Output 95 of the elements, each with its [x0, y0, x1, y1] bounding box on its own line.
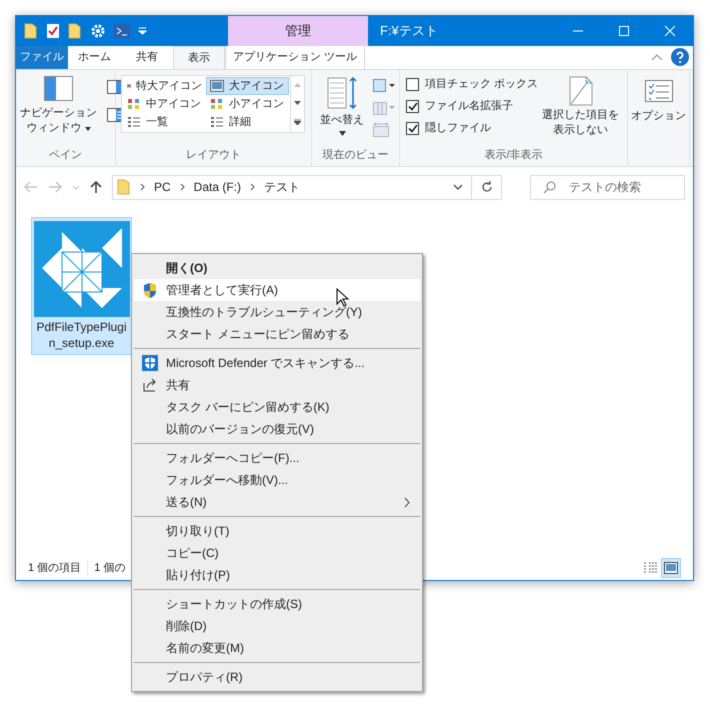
- chevron-icon: [250, 183, 256, 191]
- context-tab-header: 管理: [228, 16, 368, 46]
- view-icon: [127, 116, 141, 128]
- group-by-icon[interactable]: [372, 78, 396, 94]
- menu-item[interactable]: 貼り付け(P): [134, 564, 420, 586]
- view-icon: [210, 80, 224, 92]
- view-icon: [210, 98, 224, 110]
- menu-item[interactable]: 送る(N): [134, 491, 420, 513]
- settings-icon: [90, 23, 106, 39]
- sort-button[interactable]: 並べ替え: [320, 76, 364, 146]
- hidden-file-icon: [568, 76, 593, 106]
- layout-option[interactable]: 大アイコン: [206, 77, 289, 95]
- window-title: F:¥テスト: [380, 22, 439, 40]
- search-icon: [543, 180, 556, 194]
- view-icon: [210, 116, 224, 128]
- share-icon: [142, 377, 158, 393]
- group-label: 現在のビュー: [322, 148, 390, 162]
- menu-item[interactable]: コピー(C): [134, 542, 420, 564]
- menu-item[interactable]: 切り取り(T): [134, 520, 420, 542]
- caret-icon: [84, 126, 90, 130]
- ribbon-tab[interactable]: 共有: [121, 46, 173, 69]
- menu-item[interactable]: 削除(D): [134, 615, 420, 637]
- scroll-down-icon[interactable]: [294, 101, 301, 105]
- checkbox-label: ファイル名拡張子: [425, 99, 513, 114]
- layout-option[interactable]: 小アイコン: [206, 95, 289, 113]
- options-button[interactable]: オプション: [628, 70, 689, 124]
- shield-icon: [142, 282, 158, 298]
- checkbox[interactable]: [406, 100, 419, 113]
- checkbox-label: 隠しファイル: [425, 121, 491, 136]
- chevron-icon: [140, 183, 145, 191]
- menu-item[interactable]: 名前の変更(M): [134, 637, 420, 659]
- collapse-ribbon-icon[interactable]: [651, 53, 663, 61]
- menu-item[interactable]: 以前のバージョンの復元(V): [134, 418, 420, 440]
- menu-item[interactable]: フォルダーへコピー(F)...: [134, 447, 420, 469]
- view-icon: [127, 98, 141, 110]
- menu-item[interactable]: 互換性のトラブルシューティング(Y): [134, 301, 420, 323]
- checkbox[interactable]: [406, 78, 419, 91]
- ribbon-tab[interactable]: ホーム: [68, 46, 121, 69]
- checkbox-label: 項目チェック ボックス: [425, 77, 538, 92]
- ribbon-tab[interactable]: ファイル: [16, 46, 68, 69]
- preview-pane-icon[interactable]: [107, 80, 123, 94]
- menu-item[interactable]: Microsoft Defender でスキャンする...: [134, 352, 420, 374]
- status-text: 1 個の項目: [28, 560, 82, 576]
- menu-item[interactable]: プロパティ(R): [134, 666, 420, 688]
- installer-icon: [34, 221, 130, 317]
- hide-selected-button[interactable]: 選択した項目を 表示しない: [542, 76, 620, 146]
- menu-item[interactable]: ショートカットの作成(S): [134, 593, 420, 615]
- file-item[interactable]: PdfFileTypePlugin_setup.exe: [31, 217, 132, 355]
- details-pane-icon[interactable]: [107, 108, 123, 122]
- checkbox[interactable]: [406, 122, 419, 135]
- dropdown-icon[interactable]: [453, 184, 463, 190]
- address-bar[interactable]: PC Data (F:) テスト: [112, 174, 472, 200]
- caret-icon: [338, 130, 346, 136]
- navigation-pane-button[interactable]: ナビゲーション ウィンドウ: [20, 76, 97, 146]
- refresh-button[interactable]: [472, 174, 502, 200]
- navigation-pane-icon: [44, 76, 74, 102]
- breadcrumb[interactable]: Data (F:): [194, 178, 242, 196]
- refresh-icon: [480, 181, 492, 193]
- details-view-icon: [643, 562, 659, 574]
- menu-item[interactable]: 開く(O): [134, 257, 420, 279]
- layout-option[interactable]: 詳細: [206, 113, 289, 131]
- up-icon[interactable]: [90, 180, 102, 194]
- new-folder-icon: [68, 23, 82, 39]
- menu-item[interactable]: タスク バーにピン留めする(K): [134, 396, 420, 418]
- menu-item[interactable]: 共有: [134, 374, 420, 396]
- ribbon-tab[interactable]: 表示: [173, 46, 225, 69]
- layout-option[interactable]: 特大アイコン: [123, 77, 206, 95]
- menu-item[interactable]: 管理者として実行(A): [134, 279, 420, 301]
- group-label: 表示/非表示: [483, 148, 544, 162]
- defender-shield-icon: [142, 355, 158, 371]
- folder-icon: [117, 179, 131, 195]
- sort-icon: [326, 76, 358, 110]
- mouse-cursor-icon: [336, 288, 349, 307]
- status-text: 1 個の: [94, 560, 126, 576]
- menu-item[interactable]: スタート メニューにピン留めする: [134, 323, 420, 345]
- help-icon[interactable]: [671, 48, 689, 66]
- group-label: レイアウト: [185, 148, 242, 162]
- breadcrumb[interactable]: テスト: [264, 178, 300, 196]
- terminal-icon: [114, 24, 130, 38]
- menu-item[interactable]: フォルダーへ移動(V)...: [134, 469, 420, 491]
- large-icons-view-button[interactable]: [661, 558, 681, 578]
- search-field[interactable]: テストの検索: [530, 174, 685, 200]
- properties-icon: [46, 23, 60, 39]
- layout-option[interactable]: 中アイコン: [123, 95, 206, 113]
- folder-icon: [24, 23, 38, 39]
- checklist-icon: [644, 80, 672, 102]
- layout-option[interactable]: 一覧: [123, 113, 206, 131]
- large-icons-view-icon: [664, 562, 678, 574]
- breadcrumb[interactable]: PC: [154, 178, 171, 196]
- file-name: PdfFileTypePlugin_setup.exe: [35, 319, 128, 351]
- size-columns-icon: [372, 122, 390, 138]
- add-columns-icon: [372, 100, 396, 116]
- chevron-icon: [180, 183, 185, 191]
- expand-gallery-icon[interactable]: [294, 119, 301, 125]
- group-label: ペイン: [48, 148, 83, 162]
